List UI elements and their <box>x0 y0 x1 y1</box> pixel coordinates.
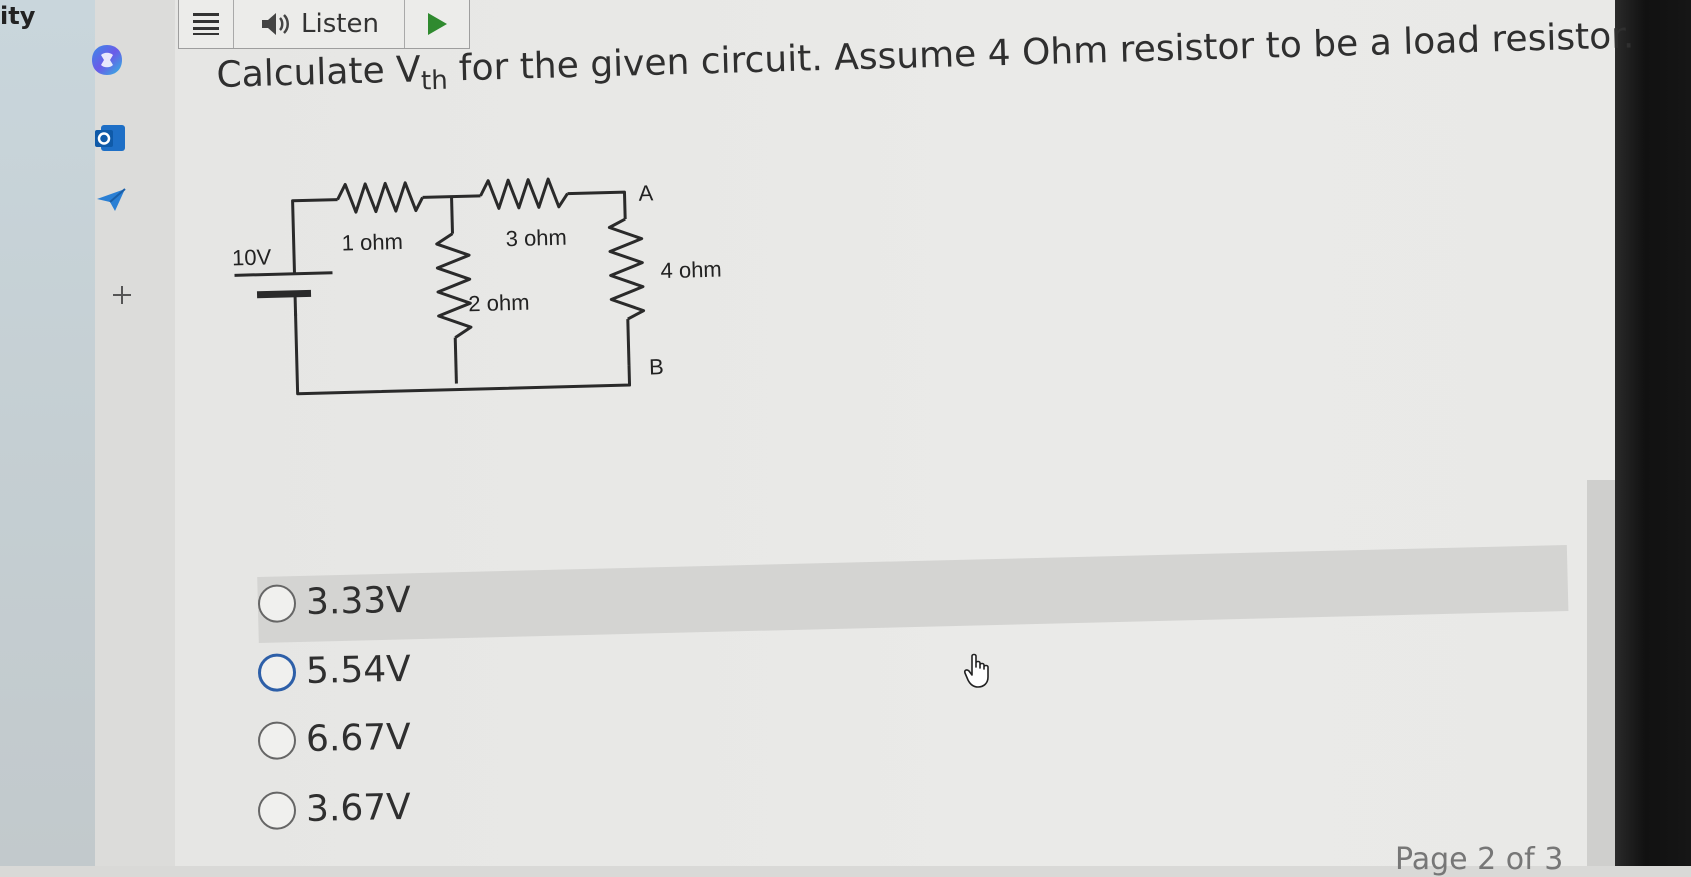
resistor-1-label: 1 ohm <box>341 229 403 256</box>
scrollbar-thumb[interactable] <box>1587 480 1615 866</box>
copilot-icon[interactable] <box>87 40 127 80</box>
option-3-radio[interactable] <box>257 720 297 760</box>
read-aloud-toolbar: Listen <box>178 0 470 49</box>
wire-left-top <box>291 198 338 274</box>
listen-label: Listen <box>301 9 379 39</box>
node-b-label: B <box>649 354 664 379</box>
circuit-diagram: 10V 1 ohm 3 ohm 2 ohm 4 ohm A B <box>232 177 722 396</box>
option-1[interactable]: 3.33V <box>257 579 412 624</box>
hand-cursor-icon <box>964 653 989 688</box>
question-subscript: th <box>420 65 449 97</box>
play-button[interactable] <box>405 0 469 48</box>
wire-mid-bottom <box>453 337 458 384</box>
background-app-strip: ity <box>0 0 95 866</box>
option-4[interactable]: 3.67V <box>257 786 412 831</box>
option-2-radio[interactable] <box>257 652 297 692</box>
monitor-bezel <box>1615 0 1691 866</box>
wire-right-bottom <box>626 319 631 366</box>
wire-mid-down <box>450 196 455 234</box>
resistor-3-ohm <box>479 177 569 210</box>
option-3[interactable]: 6.67V <box>257 716 412 761</box>
send-icon[interactable] <box>93 185 129 215</box>
resistor-2-ohm <box>435 232 473 339</box>
option-1-label: 3.33V <box>305 579 412 623</box>
option-4-radio[interactable] <box>257 790 297 830</box>
resistor-3-label: 3 ohm <box>505 225 567 252</box>
browser-sidebar <box>92 0 175 866</box>
wire-battery-bottom <box>293 293 298 316</box>
listen-button[interactable]: Listen <box>234 0 405 48</box>
node-a-label: A <box>638 180 654 205</box>
option-2[interactable]: 5.54V <box>257 648 412 693</box>
option-2-label: 5.54V <box>305 648 412 692</box>
outlook-icon[interactable] <box>90 118 130 158</box>
wire-bottom <box>293 310 632 396</box>
speaker-icon <box>262 13 290 35</box>
resistor-4-label: 4 ohm <box>660 257 722 284</box>
wire-top-right <box>567 190 627 220</box>
option-3-label: 6.67V <box>305 716 412 760</box>
resistor-2-label: 2 ohm <box>468 290 530 317</box>
add-icon[interactable] <box>107 280 137 310</box>
battery-short-plate <box>256 289 312 299</box>
menu-icon <box>193 13 219 35</box>
play-icon <box>428 13 447 35</box>
battery-long-plate <box>234 271 333 277</box>
option-4-label: 3.67V <box>305 786 412 830</box>
resistor-4-ohm <box>607 217 646 321</box>
option-1-radio[interactable] <box>257 583 297 623</box>
cropped-window-text: ity <box>0 2 36 30</box>
page-indicator: Page 2 of 3 <box>1395 842 1564 877</box>
question-prefix: Calculate V <box>216 49 422 96</box>
source-label: 10V <box>232 244 272 270</box>
menu-button[interactable] <box>179 0 234 48</box>
resistor-1-ohm <box>336 181 424 214</box>
